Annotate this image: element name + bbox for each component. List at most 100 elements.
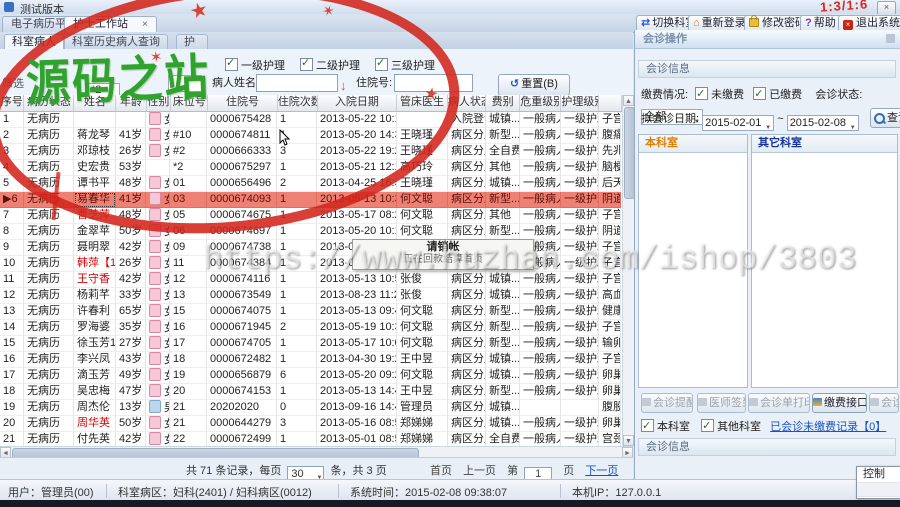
- table-row[interactable]: 3无病历邓琼枝26岁女#2000066633332013-05-22 19:22…: [0, 144, 622, 160]
- column-header[interactable]: [599, 95, 622, 111]
- control-popup-label[interactable]: 控制: [857, 467, 900, 483]
- local-dept-list[interactable]: 本科室: [638, 134, 748, 388]
- cell-admit-date: 2013-04-30 19:21: [317, 352, 397, 368]
- partial-input[interactable]: [168, 75, 202, 92]
- table-row[interactable]: 12无病历杨莉芊33岁女13000067354912013-08-23 11:2…: [0, 288, 622, 304]
- column-header[interactable]: 序号: [0, 95, 24, 111]
- page-label-post: 页: [563, 465, 574, 477]
- window-close-button[interactable]: ×: [877, 1, 896, 15]
- table-row[interactable]: 5无病历谭书平48岁女01000065649622013-04-25 16:37…: [0, 176, 622, 192]
- unpaid-checkbox[interactable]: 未缴费: [695, 89, 744, 101]
- table-row[interactable]: 11无病历王守香【2个42岁女12000067411612013-05-13 1…: [0, 272, 622, 288]
- column-header[interactable]: 住院次数: [278, 95, 318, 111]
- column-header[interactable]: 住院号: [208, 95, 277, 111]
- table-row[interactable]: 20无病历周华英【1个50岁女21000064427932013-05-16 0…: [0, 416, 622, 432]
- scroll-down-icon[interactable]: ▼: [623, 435, 634, 446]
- column-header[interactable]: 年龄: [116, 95, 146, 111]
- table-row[interactable]: 4无病历史宏贵53岁*2000067529712013-05-21 12:13高…: [0, 160, 622, 176]
- cell-fee-type: 城镇...: [486, 416, 520, 432]
- search-button[interactable]: 查询: [870, 108, 900, 128]
- cell-record-status: 无病历: [24, 208, 74, 224]
- help-icon: ?: [805, 16, 812, 30]
- column-header[interactable]: 管床医生: [397, 95, 448, 111]
- tab-dept-patients[interactable]: 科室病人: [4, 34, 64, 50]
- cell-severity: 一般病人: [520, 416, 561, 432]
- cell-no: 9: [0, 240, 24, 256]
- cell-doctor: 高巧玲: [397, 160, 448, 176]
- cell-care-level: 一级护理: [561, 208, 599, 224]
- column-header[interactable]: 入院日期: [318, 95, 397, 111]
- vertical-scrollbar[interactable]: ▲ ▼: [622, 95, 634, 446]
- paid-checkbox[interactable]: 已缴费: [753, 89, 802, 101]
- column-header[interactable]: 床位号: [171, 95, 208, 111]
- checkbox-icon: [225, 58, 238, 71]
- column-header[interactable]: 费别: [486, 95, 520, 111]
- cell-admit-date: 2013-08-23 11:26: [317, 288, 397, 304]
- cell-patient-state: 病区分床: [448, 272, 486, 288]
- table-row[interactable]: 19无病历周杰伦13岁男212020202002013-09-16 14:47管…: [0, 400, 622, 416]
- cell-fee-type: 城镇...: [486, 288, 520, 304]
- tab-nurse-station[interactable]: 护士工作站×: [64, 16, 157, 33]
- cell-times: 1: [277, 112, 317, 128]
- table-row[interactable]: 1无病历女000067542812013-05-22 10:16入院登记城镇..…: [0, 112, 622, 128]
- column-header[interactable]: 姓名: [74, 95, 116, 111]
- cell-inpatient-no: 0000674811: [207, 128, 277, 144]
- control-popup[interactable]: 控制: [856, 466, 900, 499]
- cell-diagnosis: 子宫内: [599, 112, 621, 128]
- first-page-link[interactable]: 首页: [430, 465, 452, 477]
- table-row[interactable]: 14无病历罗海婆35岁女16000067194522013-05-19 10:3…: [0, 320, 622, 336]
- date-from-select[interactable]: 2015-02-01▼: [702, 115, 774, 131]
- cell-age: 53岁: [116, 160, 146, 176]
- consultation-panel: 会诊操作 会诊信息 缴费情况: 未缴费 已缴费 会诊状态: 全部▼ 拟会诊日期:…: [634, 30, 900, 479]
- table-row[interactable]: ▶6无病历易春华41岁女03000067409312013-05-13 10:3…: [0, 192, 622, 208]
- table-row[interactable]: 8无病历金翠苹50岁女06000067469712013-05-20 10:17…: [0, 224, 622, 240]
- prev-page-link[interactable]: 上一页: [463, 465, 496, 477]
- scroll-up-icon[interactable]: ▲: [623, 95, 634, 106]
- cell-bed: 12: [170, 272, 207, 288]
- inpatient-no-input[interactable]: [394, 74, 473, 92]
- care-filter-1[interactable]: 一级护理: [225, 57, 285, 73]
- column-header[interactable]: 病人状态: [448, 95, 486, 111]
- table-row[interactable]: 7无病历曹芝萍【1个48岁女05000067467512013-05-17 08…: [0, 208, 622, 224]
- cell-care-level: 一级护理: [561, 128, 599, 144]
- other-dept-list[interactable]: 其它科室: [751, 134, 898, 388]
- table-row[interactable]: 17无病历滴玉芳49岁女19000065687962013-05-20 09:2…: [0, 368, 622, 384]
- cell-name: 杨莉芊: [74, 288, 116, 304]
- pin-icon[interactable]: [886, 34, 895, 43]
- care-filter-3[interactable]: 三级护理: [375, 57, 435, 73]
- cell-diagnosis: 输卵管: [599, 336, 621, 352]
- cell-inpatient-no: 0000656496: [207, 176, 277, 192]
- tab-close-icon[interactable]: ×: [142, 17, 148, 32]
- cell-patient-state: 病区分床: [448, 288, 486, 304]
- column-header[interactable]: 危重级别: [520, 95, 561, 111]
- table-row[interactable]: 15无病历徐玉芳1127岁女17000067470512013-05-17 10…: [0, 336, 622, 352]
- cell-doctor: [397, 112, 448, 128]
- cell-care-level: 一级护理: [561, 304, 599, 320]
- cell-name: 王守香【2个: [74, 272, 116, 288]
- column-header[interactable]: 护理级别: [561, 95, 599, 111]
- lock-icon: [749, 18, 759, 27]
- table-row[interactable]: 13无病历许春利65岁女15000067407512013-05-13 09:4…: [0, 304, 622, 320]
- female-icon: [149, 336, 161, 349]
- cell-no: 16: [0, 352, 24, 368]
- local-dept-checkbox[interactable]: 本科室: [641, 421, 690, 433]
- cell-no: 5: [0, 176, 24, 192]
- reset-button[interactable]: ↺重置(B): [498, 74, 570, 96]
- consult-button-4[interactable]: 缴费接口: [812, 393, 867, 413]
- refresh-icon: ↺: [510, 78, 519, 90]
- next-page-link[interactable]: 下一页: [585, 465, 618, 477]
- table-row[interactable]: 2无病历蒋龙琴41岁女#10000067481112013-05-20 14:3…: [0, 128, 622, 144]
- cell-name: 谭书平: [74, 176, 116, 192]
- patient-name-input[interactable]: [256, 74, 338, 92]
- tab-partial[interactable]: 护: [176, 34, 208, 50]
- cell-admit-date: 2013-05-13 14:44: [317, 384, 397, 400]
- female-icon: [149, 224, 161, 237]
- table-row[interactable]: 18无病历吴忠梅47岁女20000067415312013-05-13 14:4…: [0, 384, 622, 400]
- column-header[interactable]: 病历状态: [24, 95, 74, 111]
- other-dept-checkbox[interactable]: 其他科室: [701, 421, 761, 433]
- column-header[interactable]: 性别: [147, 95, 171, 111]
- care-filter-2[interactable]: 二级护理: [300, 57, 360, 73]
- table-row[interactable]: 16无病历李兴凤43岁女18000067248212013-04-30 19:2…: [0, 352, 622, 368]
- tab-history-query[interactable]: 科室历史病人查询: [64, 34, 168, 50]
- date-to-select[interactable]: 2015-02-08▼: [787, 115, 859, 131]
